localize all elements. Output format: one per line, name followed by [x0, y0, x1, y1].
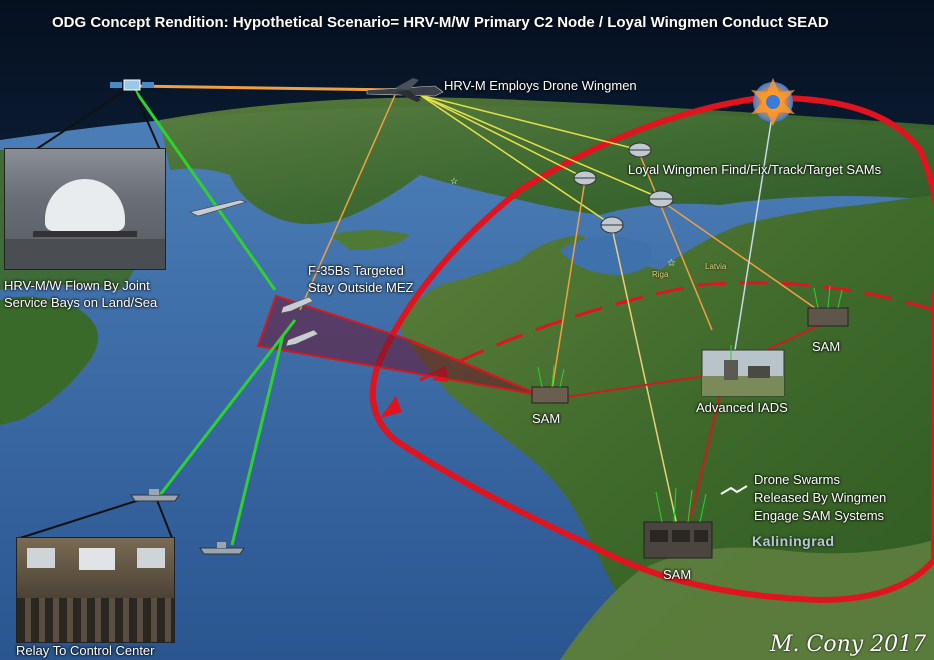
hangar-photo: [4, 148, 166, 270]
label-f35-1: F-35Bs Targeted: [308, 263, 404, 278]
screen-left: [27, 548, 55, 568]
screen-right: [137, 548, 165, 568]
operators: [17, 598, 174, 642]
control-center-photo: [16, 537, 175, 643]
svg-text:☆: ☆: [450, 176, 458, 186]
label-sam-3: SAM: [663, 567, 692, 582]
label-city-riga: Riga: [652, 270, 669, 279]
label-drone-2: Released By Wingmen: [754, 490, 887, 505]
iads-image: [701, 345, 785, 397]
label-sam-1: SAM: [532, 411, 561, 426]
label-advanced-iads: Advanced IADS: [696, 400, 788, 415]
hangar-aircraft: [45, 179, 125, 231]
label-hrv-flown-1: HRV-M/W Flown By Joint: [4, 278, 150, 293]
hangar-floor: [5, 239, 165, 269]
label-loyal-wingmen: Loyal Wingmen Find/Fix/Track/Target SAMs: [628, 162, 882, 177]
label-drone-1: Drone Swarms: [754, 472, 840, 487]
city-marker-riga: ☆: [667, 258, 676, 269]
svg-text:☆: ☆: [667, 258, 676, 269]
hangar-stand: [33, 231, 137, 237]
label-relay: Relay To Control Center: [16, 643, 155, 658]
label-sam-2: SAM: [812, 339, 841, 354]
label-f35-2: Stay Outside MEZ: [308, 280, 414, 295]
label-city-latvia: Latvia: [705, 262, 727, 271]
label-hrv-employs: HRV-M Employs Drone Wingmen: [444, 78, 637, 93]
label-drone-3: Engage SAM Systems: [754, 508, 885, 523]
signature: M. Cony 2017: [770, 632, 927, 657]
diagram-title: ODG Concept Rendition: Hypothetical Scen…: [52, 14, 829, 31]
screen-center: [79, 548, 115, 570]
city-marker-2: ☆: [450, 176, 458, 186]
label-hrv-flown-2: Service Bays on Land/Sea: [4, 295, 158, 310]
scenario-diagram: ☆ ☆ ODG Concept Rendition: Hypothetical …: [0, 0, 934, 660]
label-kaliningrad: Kaliningrad: [752, 533, 835, 549]
